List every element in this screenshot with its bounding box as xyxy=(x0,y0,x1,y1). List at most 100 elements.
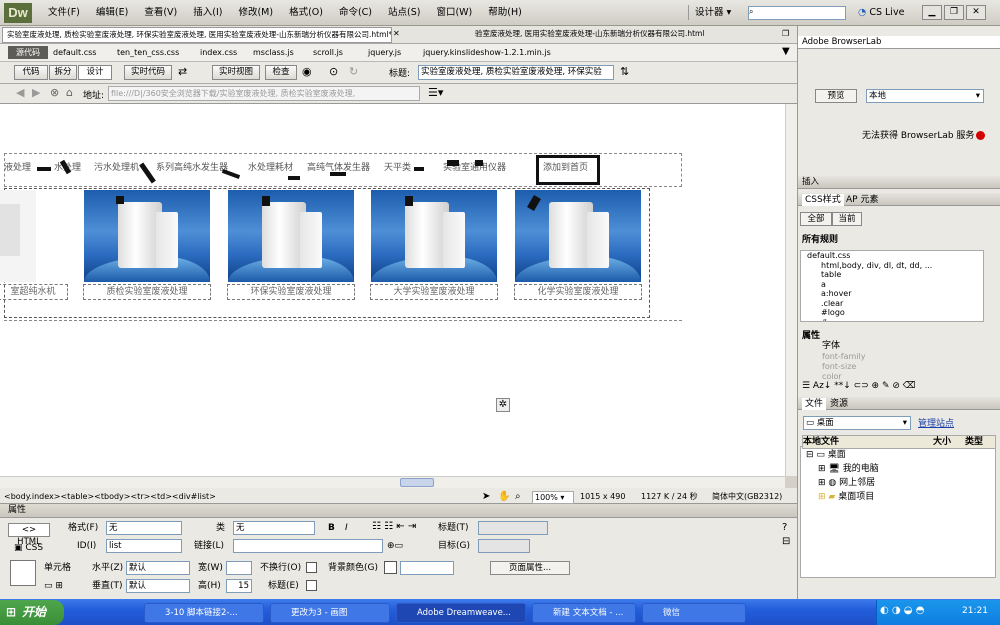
address-input[interactable]: file:///D|/360安全浏览器下载/实验室废液处理, 质检实验室废液处理… xyxy=(108,86,420,101)
taskbar-item[interactable]: 微信 xyxy=(642,603,746,623)
browserlab-source-select[interactable]: 本地 ▾ xyxy=(866,89,984,103)
visual-aids-icon[interactable]: ⊙ xyxy=(329,65,338,78)
source-code-tab[interactable]: 源代码 xyxy=(8,46,48,59)
css-mode-button[interactable]: ▣ CSS xyxy=(14,542,43,554)
tree-item-network[interactable]: ⊞ ◍ 网上邻居 xyxy=(818,477,875,489)
menu-file[interactable]: 文件(F) xyxy=(40,6,88,20)
id-select[interactable]: list xyxy=(106,539,182,553)
menu-commands[interactable]: 命令(C) xyxy=(331,6,380,20)
tray-icons[interactable]: ◐ ◑ ◒ ◓ xyxy=(880,605,924,616)
tab-active-document[interactable]: 实验室废液处理, 质检实验室废液处理, 环保实验室废液处理, 医用实验室废液处理… xyxy=(2,27,392,43)
vertical-scrollbar[interactable] xyxy=(785,104,797,476)
maximize-button[interactable]: ❐ xyxy=(944,5,964,20)
script-marker-icon[interactable]: ✲ xyxy=(496,398,510,412)
related-file[interactable]: jquery.js xyxy=(368,47,401,59)
related-file[interactable]: jquery.kinslideshow-1.2.1.min.js xyxy=(423,47,551,59)
hand-tool-icon[interactable]: ✋ xyxy=(498,491,510,502)
class-select[interactable]: 无 xyxy=(233,521,315,535)
css-rule[interactable]: #... xyxy=(801,318,983,322)
design-view-button[interactable]: 设计 xyxy=(78,65,112,80)
merge-split-icon[interactable]: ▭ ⊞ xyxy=(44,580,63,592)
height-input[interactable]: 15 xyxy=(226,579,252,593)
home-icon[interactable]: ⌂ xyxy=(66,86,73,99)
css-rule[interactable]: default.css xyxy=(801,251,983,261)
product-image-partial[interactable] xyxy=(0,190,36,282)
scrollbar-thumb[interactable] xyxy=(400,478,434,487)
menu-modify[interactable]: 修改(M) xyxy=(230,6,281,20)
product-image[interactable] xyxy=(228,190,354,282)
file-management-icon[interactable]: ⇅ xyxy=(620,65,629,78)
current-rules-button[interactable]: 当前 xyxy=(832,212,862,226)
help-icon[interactable]: ? xyxy=(782,522,787,533)
target-select[interactable] xyxy=(478,539,530,553)
tab-close-icon[interactable]: ✕ xyxy=(393,29,400,38)
css-rule[interactable]: a:hover xyxy=(801,289,983,299)
css-rule[interactable]: #logo xyxy=(801,308,983,318)
nav-item[interactable]: 水处理耗材 xyxy=(248,162,293,174)
taskbar-item-active[interactable]: Adobe Dreamweave... xyxy=(396,603,526,623)
live-view-button[interactable]: 实时视图 xyxy=(212,65,260,80)
insert-panel-header[interactable]: 插入 xyxy=(798,176,1000,189)
css-rule[interactable]: a xyxy=(801,280,983,290)
related-file[interactable]: scroll.js xyxy=(313,47,343,59)
bgcolor-input[interactable] xyxy=(400,561,454,575)
taskbar-item[interactable]: 新建 文本文档 - ... xyxy=(532,603,636,623)
css-rule[interactable]: .clear xyxy=(801,299,983,309)
browserlab-header[interactable]: Adobe BrowserLab xyxy=(798,36,1000,49)
clock[interactable]: 21:21 xyxy=(962,606,988,616)
bold-button[interactable]: B xyxy=(328,522,335,534)
cs-live-button[interactable]: ◔ CS Live xyxy=(858,6,904,20)
site-select[interactable]: ▭ 桌面 ▾ xyxy=(803,416,911,430)
window-size[interactable]: 1015 x 490 xyxy=(580,491,625,502)
taskbar-item[interactable]: 更改为3 - 画图 xyxy=(270,603,390,623)
vert-select[interactable]: 默认 xyxy=(126,579,190,593)
preview-button[interactable]: 预览 xyxy=(815,89,857,103)
taskbar-item[interactable]: 3-10 脚本链接2-... xyxy=(144,603,264,623)
related-file[interactable]: msclass.js xyxy=(253,47,294,59)
tree-item-desktop[interactable]: ⊟ ▭ 桌面 xyxy=(806,449,846,461)
menu-help[interactable]: 帮助(H) xyxy=(480,6,530,20)
manage-sites-link[interactable]: 管理站点 xyxy=(918,418,954,430)
product-caption[interactable]: 大学实验室废液处理 xyxy=(370,284,498,300)
inspect-button[interactable]: 检查 xyxy=(265,65,297,80)
tab-second-document[interactable]: 验室废液处理, 医用实验室废液处理-山东新瑞分析仪器有限公司.html xyxy=(475,27,778,43)
refresh-icon[interactable]: ↻ xyxy=(349,65,358,78)
start-button[interactable]: ⊞ 开始 xyxy=(0,600,64,625)
related-file[interactable]: ten_ten_css.css xyxy=(117,47,179,59)
quick-tag-icon[interactable]: ⊟ xyxy=(782,536,790,547)
zoom-tool-icon[interactable]: ⌕ xyxy=(515,491,521,502)
split-view-button[interactable]: 拆分 xyxy=(49,65,77,80)
preview-globe-icon[interactable]: ◉ xyxy=(302,65,312,78)
workspace-switcher[interactable]: 设计器 ▾ xyxy=(688,5,737,20)
select-tool-icon[interactable]: ➤ xyxy=(482,491,490,502)
view-options-icon[interactable]: ☰▾ xyxy=(428,86,443,99)
bgcolor-swatch[interactable] xyxy=(384,561,397,574)
menu-view[interactable]: 查看(V) xyxy=(136,6,185,20)
stop-icon[interactable]: ⊗ xyxy=(50,86,59,99)
code-view-button[interactable]: 代码 xyxy=(14,65,48,80)
product-caption[interactable]: 化学实验室废液处理 xyxy=(514,284,642,300)
tab-files[interactable]: 文件 xyxy=(802,398,827,410)
product-image[interactable] xyxy=(84,190,210,282)
live-code-button[interactable]: 实时代码 xyxy=(124,65,172,80)
tree-item-my-computer[interactable]: ⊞ 🖥 我的电脑 xyxy=(818,463,879,475)
css-rule[interactable]: html,body, div, dl, dt, dd, ... xyxy=(801,261,983,271)
related-file[interactable]: default.css xyxy=(53,47,96,59)
tab-css-styles[interactable]: CSS样式 xyxy=(802,194,844,206)
all-rules-button[interactable]: 全部 xyxy=(800,212,832,226)
product-caption[interactable]: 质检实验室废液处理 xyxy=(83,284,211,300)
zoom-select[interactable]: 100% ▾ xyxy=(532,491,574,504)
horizontal-scrollbar[interactable] xyxy=(0,476,785,488)
nav-item[interactable]: 污水处理机 xyxy=(94,162,139,174)
minimize-button[interactable]: ▁ xyxy=(922,5,942,20)
back-icon[interactable]: ◀ xyxy=(16,86,24,99)
nowrap-checkbox[interactable] xyxy=(306,562,317,573)
page-properties-button[interactable]: 页面属性... xyxy=(490,561,570,575)
restore-doc-icon[interactable]: ❐ xyxy=(782,29,789,38)
menu-insert[interactable]: 插入(I) xyxy=(185,6,230,20)
related-file[interactable]: index.css xyxy=(200,47,237,59)
link-input[interactable] xyxy=(233,539,383,553)
format-select[interactable]: 无 xyxy=(106,521,182,535)
tag-selector[interactable]: <body.index><table><tbody><tr><td><div#l… xyxy=(4,491,216,502)
tree-item-desktop-items[interactable]: ⊞ ▰ 桌面项目 xyxy=(818,491,874,503)
